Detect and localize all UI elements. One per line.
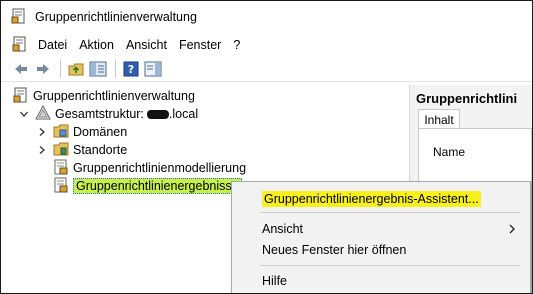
ctx-item-ansicht[interactable]: Ansicht <box>262 222 530 236</box>
menu-help[interactable]: ? <box>227 38 246 52</box>
tree-item-domaenen[interactable]: Domänen <box>37 123 127 141</box>
tree-item-label: Gruppenrichtlinienmodellierung <box>73 161 247 175</box>
forward-arrow-icon[interactable] <box>33 59 53 79</box>
gpmc-app-icon <box>11 8 27 27</box>
chevron-down-icon[interactable] <box>19 109 29 119</box>
menu-separator <box>260 212 520 213</box>
ctx-item-neues-fenster[interactable]: Neues Fenster hier öffnen <box>262 243 406 257</box>
menu-datei[interactable]: Datei <box>32 38 73 52</box>
action-pane-icon[interactable] <box>143 59 163 79</box>
sites-folder-icon <box>53 141 69 160</box>
toolbar-separator <box>60 59 61 78</box>
ctx-item-label: Ansicht <box>262 222 303 236</box>
menu-app-icon[interactable] <box>12 36 28 55</box>
forest-icon <box>35 104 51 124</box>
window-title: Gruppenrichtlinienverwaltung <box>35 10 197 24</box>
app-window: Gruppenrichtlinienverwaltung Datei Aktio… <box>0 0 533 294</box>
ctx-item-hilfe[interactable]: Hilfe <box>262 274 287 288</box>
menu-ansicht[interactable]: Ansicht <box>120 38 173 52</box>
up-folder-icon[interactable] <box>66 59 86 79</box>
toolbar: ? <box>1 56 532 82</box>
details-pane-title: Gruppenrichtlini <box>416 91 518 106</box>
ctx-item-label: Gruppenrichtlinienergebnis-Assistent... <box>262 191 481 207</box>
tree-item-standorte[interactable]: Standorte <box>37 141 127 159</box>
gp-modeling-icon <box>53 159 69 178</box>
tab-inhalt[interactable]: Inhalt <box>418 109 460 129</box>
submenu-arrow-icon <box>508 223 516 238</box>
menu-fenster[interactable]: Fenster <box>173 38 227 52</box>
tree-item-label: Gruppenrichtlinienergebnisse <box>73 178 242 194</box>
ctx-item-assistent[interactable]: Gruppenrichtlinienergebnis-Assistent... <box>262 191 481 207</box>
menu-separator <box>260 265 520 266</box>
menu-aktion[interactable]: Aktion <box>73 38 120 52</box>
gpmc-tree-icon <box>13 87 29 106</box>
domains-folder-icon <box>53 123 69 142</box>
ctx-item-label: Neues Fenster hier öffnen <box>262 243 407 257</box>
show-hide-tree-icon[interactable] <box>88 59 108 79</box>
tree-forest[interactable]: Gesamtstruktur: .local <box>19 104 199 124</box>
toolbar-separator <box>115 59 116 78</box>
tree-root-label: Gruppenrichtlinienverwaltung <box>33 89 195 103</box>
back-arrow-icon[interactable] <box>11 59 31 79</box>
tree-item-ergebnisse[interactable]: Gruppenrichtlinienergebnisse <box>53 177 242 195</box>
ctx-item-label: Hilfe <box>262 274 288 288</box>
help-icon[interactable]: ? <box>121 59 141 79</box>
forest-label-prefix: Gesamtstruktur: <box>55 107 144 121</box>
column-header-name[interactable]: Name <box>433 145 465 159</box>
menu-bar: Datei Aktion Ansicht Fenster ? <box>1 34 532 56</box>
tree-item-label: Standorte <box>73 143 128 157</box>
tree-item-label: Domänen <box>73 125 128 139</box>
title-bar[interactable]: Gruppenrichtlinienverwaltung <box>1 1 532 33</box>
redacted-domain-name <box>146 109 169 119</box>
tree-item-modellierung[interactable]: Gruppenrichtlinienmodellierung <box>53 159 246 177</box>
gp-results-icon <box>53 177 69 196</box>
svg-text:?: ? <box>128 63 134 76</box>
chevron-right-icon[interactable] <box>37 127 47 137</box>
context-menu: Gruppenrichtlinienergebnis-Assistent... … <box>231 181 531 293</box>
chevron-right-icon[interactable] <box>37 145 47 155</box>
forest-label-suffix: .local <box>168 107 199 121</box>
tree-root[interactable]: Gruppenrichtlinienverwaltung <box>13 87 195 105</box>
